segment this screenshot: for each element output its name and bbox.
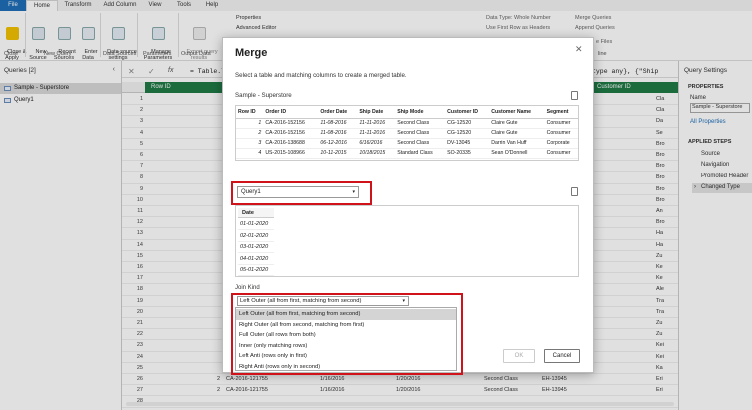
dialog-title: Merge — [235, 47, 268, 59]
preview-cell: DV-13045 — [445, 138, 490, 149]
preview-cell: CA-2016-152156 — [263, 118, 319, 129]
preview-header-row: Row ID Order ID Order Date Ship Date Ship Mo… — [236, 106, 578, 119]
first-table-label: Sample - Superstore — [235, 92, 292, 99]
preview-row: 5US-2015-10896610-11-201510/18/2015Stand… — [236, 158, 578, 160]
preview-cell: 3 — [236, 138, 264, 149]
merge-dialog: Merge ✕ Select a table and matching colu… — [222, 37, 594, 375]
preview-cell: Sean O'Donnell — [489, 148, 545, 159]
preview-cell: Second Class — [395, 118, 446, 129]
preview-cell: SO-20335 — [445, 148, 490, 159]
preview-cell: 1 — [236, 118, 264, 129]
date-cell: 02-01-2020 — [238, 231, 274, 242]
date-column: Date 01-01-2020 02-01-2020 03-01-2020 04-01… — [238, 208, 274, 276]
preview-cell: 10-11-2015 — [318, 158, 358, 160]
preview-column-header[interactable]: Order ID — [263, 106, 319, 119]
preview-cell: 11-11-2016 — [357, 128, 396, 139]
highlight-box-table-select — [231, 181, 372, 205]
preview-cell: Consumer — [544, 128, 578, 139]
cancel-button[interactable]: Cancel — [544, 349, 580, 363]
preview-row: 4 US-2015-108966 10-11-2015 10/18/2015 Stand… — [236, 148, 578, 159]
preview-cell: CG-12520 — [445, 128, 490, 139]
file-icon[interactable] — [571, 91, 578, 100]
preview-body: 1 CA-2016-152156 11-08-2016 11-11-2016 Secon… — [236, 118, 578, 160]
preview-table: Row ID Order ID Order Date Ship Date Ship Mo… — [236, 106, 578, 160]
date-column-header[interactable]: Date — [238, 208, 274, 218]
preview-cell: US-2015-108966 — [263, 148, 319, 159]
preview-cell: Corporate — [544, 138, 578, 149]
preview-cell: CG-12520 — [445, 118, 490, 129]
first-table-preview: Row ID Order ID Order Date Ship Date Ship Mo… — [235, 105, 579, 161]
preview-row: 2 CA-2016-152156 11-08-2016 11-11-2016 Secon… — [236, 128, 578, 139]
preview-cell: 06-12-2016 — [318, 138, 358, 149]
file-icon[interactable] — [571, 187, 578, 196]
preview-cell: Consumer — [544, 158, 578, 160]
preview-cell: Standard Class — [395, 158, 446, 160]
date-cell: 03-01-2020 — [238, 242, 274, 253]
preview-row: 1 CA-2016-152156 11-08-2016 11-11-2016 Secon… — [236, 118, 578, 129]
preview-cell: 5 — [236, 158, 264, 160]
preview-cell: 10/18/2015 — [357, 148, 396, 159]
preview-column-header[interactable]: Customer Name — [489, 106, 545, 119]
preview-cell: CA-2016-138688 — [263, 138, 319, 149]
dialog-subtitle: Select a table and matching columns to c… — [235, 72, 407, 79]
preview-cell: Claire Gute — [489, 128, 545, 139]
preview-cell: Claire Gute — [489, 118, 545, 129]
preview-cell: Consumer — [544, 148, 578, 159]
preview-cell: SO-20335 — [445, 158, 490, 160]
preview-cell: 11-11-2016 — [357, 118, 396, 129]
preview-cell: CA-2016-152156 — [263, 128, 319, 139]
preview-cell: Consumer — [544, 118, 578, 129]
preview-column-header[interactable]: Segment — [544, 106, 578, 119]
date-cell: 04-01-2020 — [238, 254, 274, 265]
preview-cell: 10-11-2015 — [318, 148, 358, 159]
preview-column-header[interactable]: Ship Mode — [395, 106, 446, 119]
preview-cell: Standard Class — [395, 148, 446, 159]
date-cell: 01-01-2020 — [238, 219, 274, 230]
preview-column-header[interactable]: Customer ID — [445, 106, 490, 119]
preview-cell: 6/16/2016 — [357, 138, 396, 149]
preview-cell: 11-08-2016 — [318, 118, 358, 129]
ok-button[interactable]: OK — [503, 349, 535, 363]
close-dialog-icon[interactable]: ✕ — [575, 44, 583, 55]
preview-column-header[interactable]: Row ID — [236, 106, 264, 119]
preview-cell: Second Class — [395, 138, 446, 149]
second-table-preview: Date 01-01-2020 02-01-2020 03-01-2020 04-01… — [235, 205, 579, 277]
preview-column-header[interactable]: Ship Date — [357, 106, 396, 119]
preview-cell: 4 — [236, 148, 264, 159]
preview-cell: Darrin Van Huff — [489, 138, 545, 149]
preview-row: 3 CA-2016-138688 06-12-2016 6/16/2016 Second… — [236, 138, 578, 149]
preview-cell: 10/18/2015 — [357, 158, 396, 160]
preview-column-header[interactable]: Order Date — [318, 106, 358, 119]
preview-cell: Second Class — [395, 128, 446, 139]
preview-cell: 2 — [236, 128, 264, 139]
preview-cell: 11-08-2016 — [318, 128, 358, 139]
preview-cell: US-2015-108966 — [263, 158, 319, 160]
date-cell: 05-01-2020 — [238, 265, 274, 276]
preview-cell: Sean O'Donnell — [489, 158, 545, 160]
join-kind-label: Join Kind — [235, 285, 260, 291]
highlight-box-join-kind — [231, 293, 463, 375]
